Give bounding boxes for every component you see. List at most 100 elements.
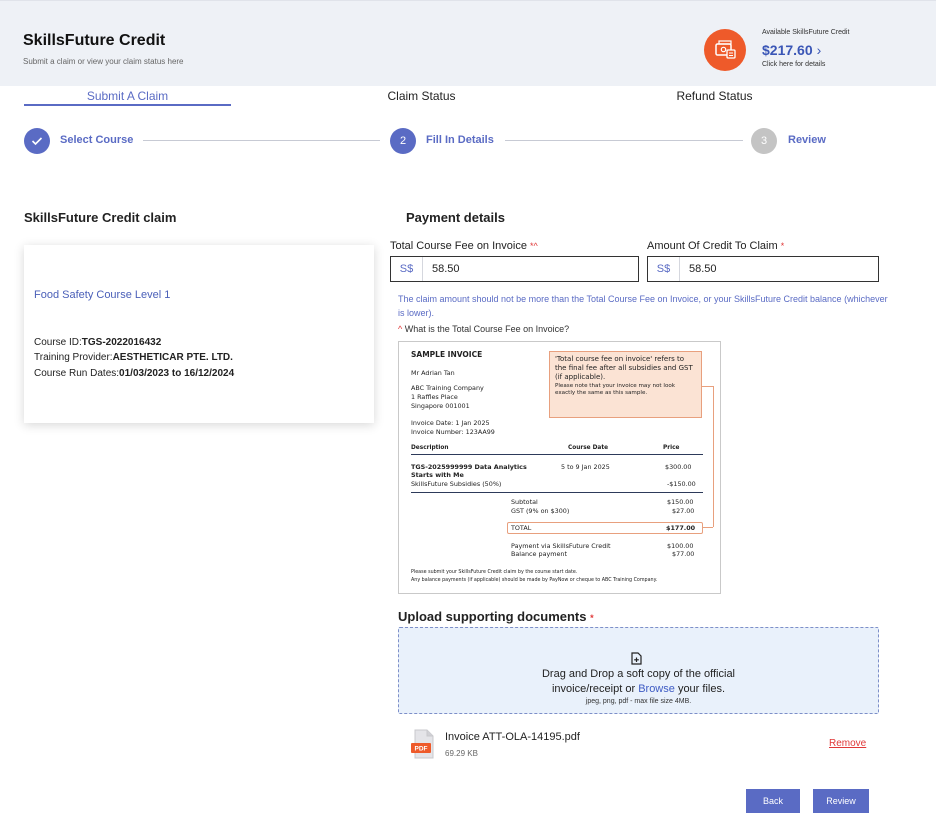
callout-note-text: Please note that your invoice may not lo… — [555, 383, 676, 396]
credit-claim-label: Amount Of Credit To Claim * — [647, 240, 784, 252]
callout-main-text: 'Total course fee on invoice' refers to … — [555, 355, 693, 381]
tab-refund-status[interactable]: Refund Status — [611, 89, 818, 103]
invoice-total-label: TOTAL — [511, 524, 532, 532]
course-id: TGS-2022016432 — [81, 337, 162, 348]
dropzone-text-2a: invoice/receipt or — [551, 683, 636, 695]
step-3-circle: 3 — [751, 128, 777, 154]
invoice-gst-value: $27.00 — [672, 507, 695, 515]
money-card-icon[interactable] — [704, 29, 746, 71]
dates-row: Course Run Dates:01/03/2023 to 16/12/202… — [34, 368, 234, 379]
callout-connector — [713, 386, 714, 527]
page-header: SkillsFuture Credit Submit a claim or vi… — [0, 0, 936, 86]
step-connector — [143, 140, 380, 141]
dropzone-text-line-1: Drag and Drop a soft copy of the officia… — [541, 668, 735, 680]
credit-claim-label-text: Amount Of Credit To Claim — [647, 240, 778, 252]
uploaded-file-size: 69.29 KB — [445, 749, 478, 758]
tab-claim-status[interactable]: Claim Status — [318, 89, 525, 103]
step-1-label: Select Course — [60, 134, 134, 146]
invoice-footer-1: Please submit your SkillsFuture Credit c… — [411, 570, 578, 575]
fee-question: ^ What is the Total Course Fee on Invoic… — [398, 324, 569, 334]
step-2-label: Fill In Details — [426, 134, 494, 146]
credit-details-link[interactable]: Click here for details — [762, 61, 825, 68]
course-id-label: Course ID: — [34, 337, 82, 348]
total-fee-label: Total Course Fee on Invoice *^ — [390, 240, 538, 252]
dates-label: Course Run Dates: — [34, 368, 120, 379]
invoice-col-course-date: Course Date — [568, 445, 609, 451]
invoice-item-price: $300.00 — [665, 463, 692, 471]
invoice-rule — [411, 454, 703, 455]
step-3-label: Review — [788, 134, 826, 146]
active-tab-indicator — [24, 104, 231, 106]
invoice-item-date: 5 to 9 Jan 2025 — [561, 463, 610, 471]
invoice-rule — [411, 492, 703, 493]
callout-connector — [702, 386, 713, 387]
currency-prefix: S$ — [648, 257, 680, 281]
page-subtitle: Submit a claim or view your claim status… — [23, 57, 184, 66]
invoice-subtotal-label: Subtotal — [511, 498, 538, 506]
tab-submit-claim[interactable]: Submit A Claim — [24, 89, 231, 103]
remove-file-link[interactable]: Remove — [829, 738, 866, 749]
check-icon — [31, 137, 43, 146]
course-name: Food Safety Course Level 1 — [34, 289, 171, 301]
currency-prefix: S$ — [391, 257, 423, 281]
invoice-item-name-1: TGS-2025999999 Data Analytics — [411, 463, 527, 471]
invoice-total-value: $177.00 — [666, 524, 696, 532]
course-card: Food Safety Course Level 1 Course ID:TGS… — [24, 245, 374, 423]
invoice-recipient: Mr Adrian Tan — [411, 369, 455, 377]
review-button[interactable]: Review — [813, 789, 869, 813]
invoice-balance-value: $77.00 — [672, 550, 695, 558]
required-mark: * — [590, 613, 594, 623]
uploaded-file-name: Invoice ATT-OLA-14195.pdf — [445, 731, 580, 743]
total-fee-input[interactable]: S$ 58.50 — [390, 256, 639, 282]
invoice-address-1: 1 Raffles Place — [411, 393, 458, 401]
invoice-callout: 'Total course fee on invoice' refers to … — [549, 351, 702, 418]
required-mark: * — [780, 241, 785, 251]
invoice-col-description: Description — [411, 445, 449, 451]
invoice-sfc-payment-value: $100.00 — [667, 542, 694, 550]
chevron-right-icon: › — [816, 42, 822, 58]
invoice-item-name-2: Starts with Me — [411, 471, 464, 479]
invoice-sfc-payment-label: Payment via SkillsFuture Credit — [511, 542, 611, 550]
invoice-number: Invoice Number: 123AA99 — [411, 428, 495, 436]
credit-claim-input[interactable]: S$ 58.50 — [647, 256, 879, 282]
invoice-company: ABC Training Company — [411, 384, 484, 392]
back-button[interactable]: Back — [746, 789, 800, 813]
invoice-balance-label: Balance payment — [511, 550, 567, 558]
callout-connector — [703, 527, 713, 528]
invoice-gst-label: GST (9% on $300) — [511, 507, 570, 515]
claim-amount-hint: The claim amount should not be more than… — [398, 294, 888, 318]
invoice-subsidy-label: SkillsFuture Subsidies (50%) — [411, 480, 502, 488]
step-1-circle — [24, 128, 50, 154]
course-id-row: Course ID:TGS-2022016432 — [34, 337, 161, 348]
credit-amount: $217.60 — [762, 42, 813, 58]
sample-invoice-image: SAMPLE INVOICE Mr Adrian Tan ABC Trainin… — [398, 341, 721, 594]
page-title: SkillsFuture Credit — [23, 32, 166, 49]
browse-link[interactable]: Browse — [638, 683, 675, 695]
step-connector — [505, 140, 743, 141]
file-type-note: jpeg, png, pdf - max file size 4MB. — [585, 698, 692, 705]
caret-mark: ^ — [398, 324, 403, 334]
fee-question-text: What is the Total Course Fee on Invoice? — [404, 324, 570, 334]
invoice-col-price: Price — [663, 445, 680, 451]
credit-amount-link[interactable]: $217.60 › — [762, 42, 821, 58]
invoice-title: SAMPLE INVOICE — [411, 350, 483, 359]
credit-label: Available SkillsFuture Credit — [762, 29, 850, 36]
total-fee-value[interactable]: 58.50 — [423, 263, 460, 275]
dropzone-instructions: Drag and Drop a soft copy of the officia… — [399, 667, 878, 697]
file-dropzone[interactable]: Drag and Drop a soft copy of the officia… — [398, 627, 879, 714]
invoice-subsidy-value: -$150.00 — [667, 480, 696, 488]
dropzone-text-line-2: invoice/receipt or Browse your files. — [399, 682, 878, 697]
step-2-circle: 2 — [390, 128, 416, 154]
upload-title-text: Upload supporting documents — [398, 609, 587, 624]
provider-name: AESTHETICAR PTE. LTD. — [112, 352, 233, 363]
total-fee-label-text: Total Course Fee on Invoice — [390, 240, 527, 252]
course-dates: 01/03/2023 to 16/12/2024 — [119, 368, 235, 379]
invoice-footer-2: Any balance payments (if applicable) sho… — [411, 578, 658, 583]
payment-section-title: Payment details — [406, 210, 505, 225]
invoice-subtotal-value: $150.00 — [667, 498, 694, 506]
provider-row: Training Provider:AESTHETICAR PTE. LTD. — [34, 352, 233, 363]
invoice-date: Invoice Date: 1 Jan 2025 — [411, 419, 490, 427]
upload-section-title: Upload supporting documents * — [398, 609, 594, 624]
credit-claim-value[interactable]: 58.50 — [680, 263, 717, 275]
claim-section-title: SkillsFuture Credit claim — [24, 210, 177, 225]
